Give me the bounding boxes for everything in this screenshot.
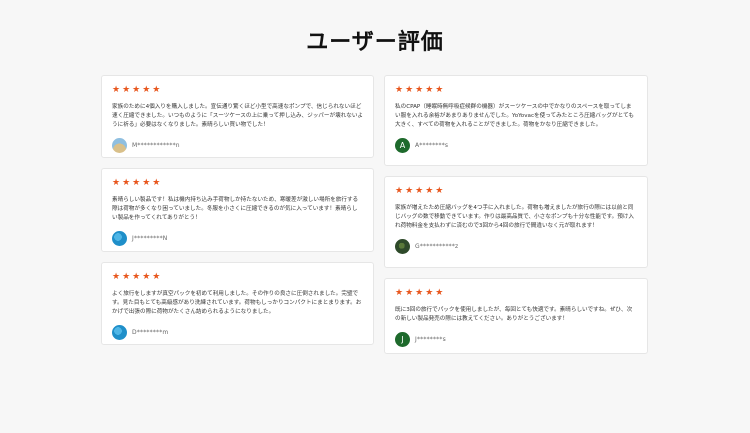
- review-author: J J********s: [395, 331, 637, 347]
- avatar: [112, 230, 127, 246]
- avatar: [395, 238, 410, 254]
- reviewer-name: M************n: [132, 141, 180, 149]
- review-text: 既に3回の旅行でパックを使用しましたが、毎回とても快適です。素晴らしいですね。ぜ…: [395, 307, 633, 322]
- avatar: J: [395, 331, 410, 347]
- reviewer-name: A********s: [415, 141, 449, 149]
- review-card: ★★★★★ 私のCPAP（睡眠時無呼吸症候群の機器）がスーツケースの中でかなりの…: [384, 75, 648, 166]
- rating-stars: ★★★★★: [112, 272, 163, 282]
- reviewer-name: D********m: [132, 328, 169, 336]
- avatar-letter: A: [399, 140, 406, 150]
- rating-stars: ★★★★★: [395, 85, 446, 95]
- review-author: A A********s: [395, 137, 637, 153]
- review-card: ★★★★★ よく旅行をしますが真空パックを初めて利用しました。その作りの良さに圧…: [101, 262, 374, 345]
- review-text: 私のCPAP（睡眠時無呼吸症候群の機器）がスーツケースの中でかなりのスペースを取…: [395, 104, 634, 128]
- rating-stars: ★★★★★: [395, 288, 446, 298]
- review-text: 家族が増えたため圧縮バッグを4つ手に入れました。荷物も増えましたが旅行の際には以…: [395, 205, 635, 229]
- reviews-column-right: ★★★★★ 私のCPAP（睡眠時無呼吸症候群の機器）がスーツケースの中でかなりの…: [384, 75, 648, 364]
- review-card: ★★★★★ 家族のために4個入りを購入しました。宣伝通り驚くほど小型で高速なポン…: [101, 75, 374, 158]
- review-author: J*********N: [112, 230, 363, 246]
- reviewer-name: J*********N: [132, 234, 168, 242]
- avatar: A: [395, 137, 410, 153]
- review-text: 家族のために4個入りを購入しました。宣伝通り驚くほど小型で高速なポンプで、信じら…: [112, 104, 363, 128]
- review-card: ★★★★★ 家族が増えたため圧縮バッグを4つ手に入れました。荷物も増えましたが旅…: [384, 176, 648, 268]
- avatar-letter: J: [401, 334, 404, 344]
- reviewer-name: G***********z: [415, 242, 459, 250]
- reviews-column-left: ★★★★★ 家族のために4個入りを購入しました。宣伝通り驚くほど小型で高速なポン…: [101, 75, 374, 355]
- reviewer-name: J********s: [415, 335, 446, 343]
- rating-stars: ★★★★★: [395, 186, 446, 196]
- review-text: 素晴らしい製品です！私は機内持ち込み手荷物しか持たないため、寒暖差が激しい場所を…: [112, 197, 359, 221]
- review-card: ★★★★★ 既に3回の旅行でパックを使用しましたが、毎回とても快適です。素晴らし…: [384, 278, 648, 354]
- review-text: よく旅行をしますが真空パックを初めて利用しました。その作りの良さに圧倒されました…: [112, 291, 362, 315]
- review-author: G***********z: [395, 238, 637, 254]
- rating-stars: ★★★★★: [112, 178, 163, 188]
- rating-stars: ★★★★★: [112, 85, 163, 95]
- avatar: [112, 137, 127, 153]
- review-card: ★★★★★ 素晴らしい製品です！私は機内持ち込み手荷物しか持たないため、寒暖差が…: [101, 168, 374, 252]
- review-author: D********m: [112, 324, 363, 340]
- review-author: M************n: [112, 137, 363, 153]
- avatar: [112, 324, 127, 340]
- page-title: ユーザー評価: [306, 30, 444, 55]
